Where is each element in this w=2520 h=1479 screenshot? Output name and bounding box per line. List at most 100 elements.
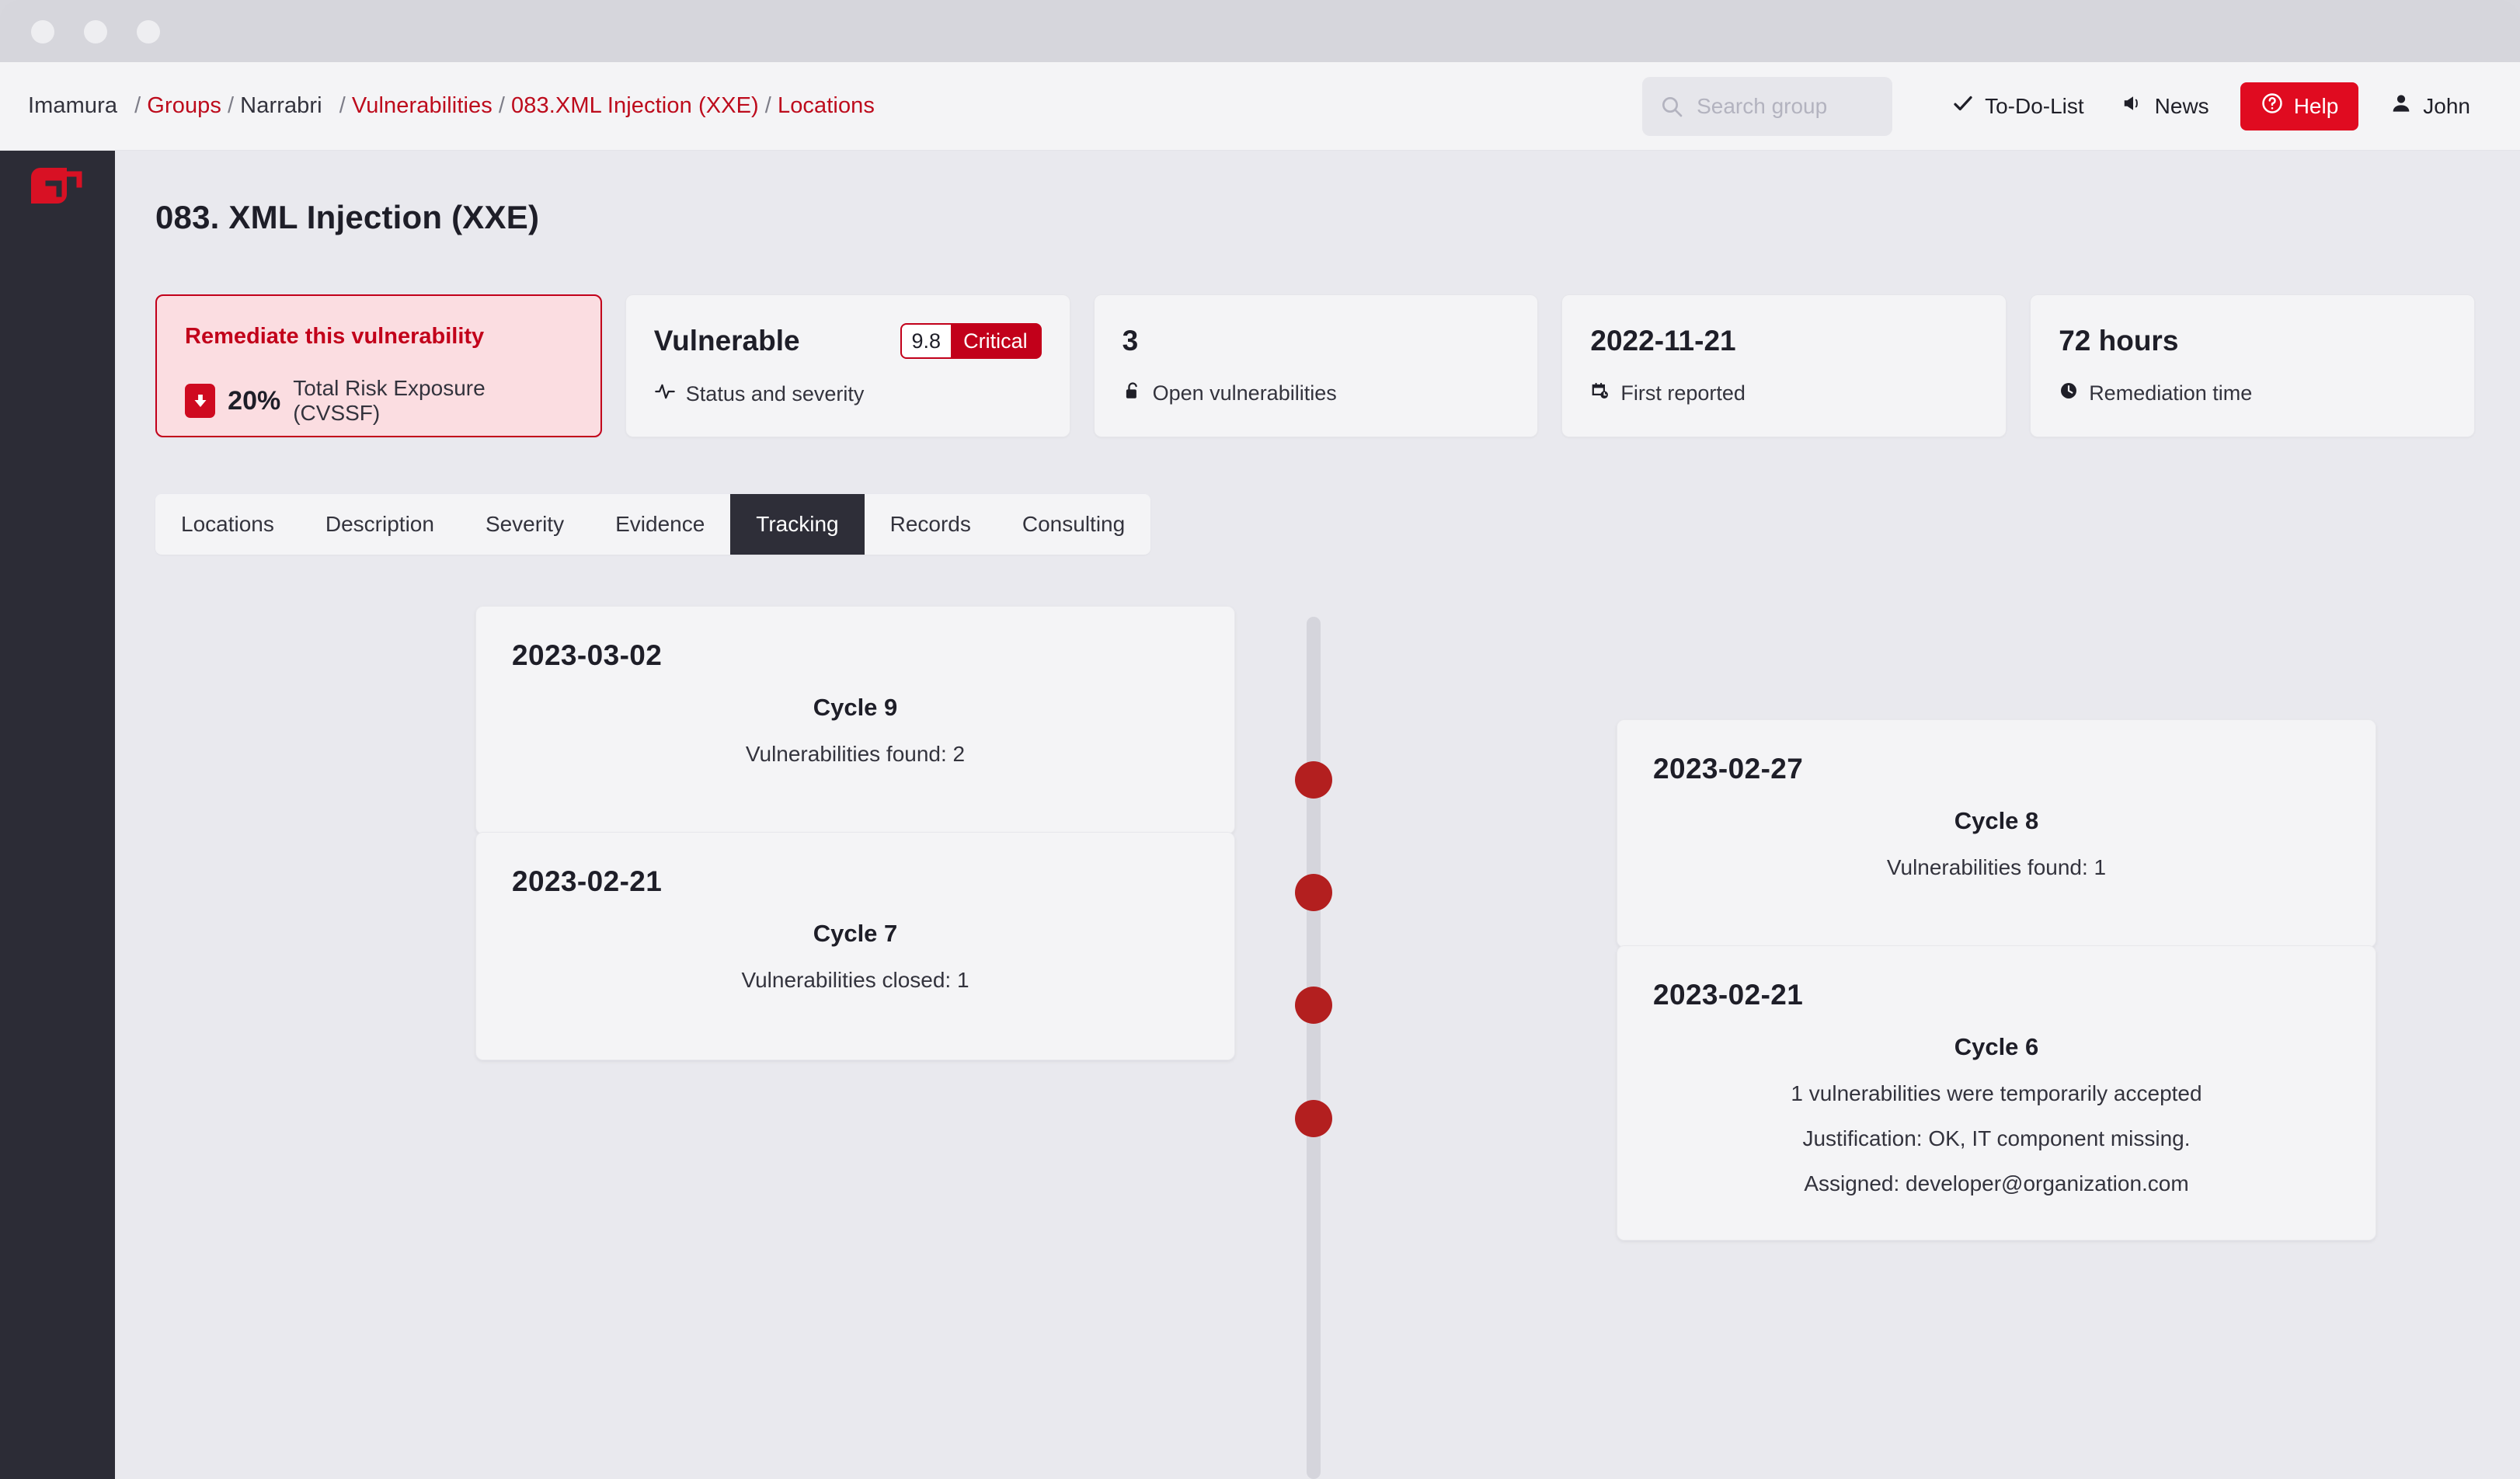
breadcrumb-separator: / bbox=[764, 93, 771, 118]
tab-label: Consulting bbox=[1022, 512, 1126, 536]
status-sublabel-row: Status and severity bbox=[654, 381, 1042, 408]
breadcrumb-separator: / bbox=[134, 93, 141, 118]
timeline-card-date: 2023-03-02 bbox=[512, 639, 663, 671]
remediation-time-sublabel-row: Remediation time bbox=[2059, 381, 2446, 406]
unlock-icon bbox=[1123, 381, 1143, 406]
timeline-card[interactable]: 2023-02-21 Cycle 6 1 vulnerabilities were … bbox=[1617, 945, 2376, 1241]
search-placeholder: Search group bbox=[1697, 93, 1828, 118]
open-vulnerabilities-value: 3 bbox=[1122, 325, 1139, 357]
pulse-icon bbox=[654, 381, 676, 408]
nav-todo-list[interactable]: To-Do-List bbox=[1933, 83, 2103, 130]
window-minimize-button[interactable] bbox=[84, 20, 107, 44]
timeline-card-detail: Vulnerabilities closed: 1 bbox=[741, 968, 969, 992]
top-navigation-bar: Imamura / Groups / Narrabri / Vulnerabilities /… bbox=[0, 62, 2520, 151]
status-sublabel: Status and severity bbox=[685, 382, 865, 405]
breadcrumb-vulnerabilities[interactable]: Vulnerabilities bbox=[352, 93, 493, 118]
tab-label: Locations bbox=[181, 512, 274, 536]
user-icon bbox=[2389, 92, 2413, 120]
tab-label: Records bbox=[889, 512, 971, 536]
breadcrumb-group-name[interactable]: Narrabri bbox=[240, 93, 322, 118]
timeline-dot bbox=[1295, 1100, 1332, 1137]
tab-records[interactable]: Records bbox=[865, 494, 997, 555]
window-maximize-button[interactable] bbox=[137, 20, 160, 44]
nav-news[interactable]: News bbox=[2103, 83, 2228, 130]
breadcrumb-locations[interactable]: Locations bbox=[778, 93, 875, 118]
open-vulnerabilities-sublabel: Open vulnerabilities bbox=[1152, 381, 1337, 405]
remediate-title: Remediate this vulnerability bbox=[185, 324, 485, 349]
timeline-card-detail: Justification: OK, IT component missing. bbox=[1802, 1126, 2191, 1150]
open-vulnerabilities-sublabel-row: Open vulnerabilities bbox=[1123, 381, 1510, 406]
stat-card-row: Remediate this vulnerability 20% Total R… bbox=[155, 294, 2475, 437]
tracking-timeline: 2023-03-02 Cycle 9 Vulnerabilities found: … bbox=[115, 606, 2520, 1479]
first-reported-value: 2022-11-21 bbox=[1590, 325, 1736, 357]
question-circle-icon bbox=[2261, 92, 2284, 120]
stat-card-remediate[interactable]: Remediate this vulnerability 20% Total R… bbox=[155, 294, 602, 437]
timeline-dot bbox=[1295, 761, 1332, 799]
tab-consulting[interactable]: Consulting bbox=[997, 494, 1150, 555]
tab-description[interactable]: Description bbox=[300, 494, 460, 555]
window-close-button[interactable] bbox=[31, 20, 54, 44]
breadcrumb-groups[interactable]: Groups bbox=[147, 93, 221, 118]
timeline-card-detail: Vulnerabilities found: 2 bbox=[745, 742, 966, 766]
timeline-card-detail: Vulnerabilities found: 1 bbox=[1886, 855, 2107, 879]
first-reported-sublabel-row: First reported bbox=[1590, 381, 1978, 406]
breadcrumb-finding[interactable]: 083.XML Injection (XXE) bbox=[511, 93, 759, 118]
timeline-card[interactable]: 2023-02-27 Cycle 8 Vulnerabilities found: … bbox=[1617, 719, 2376, 948]
nav-todo-list-label: To-Do-List bbox=[1985, 93, 2084, 118]
tab-label: Description bbox=[325, 512, 434, 536]
search-icon bbox=[1659, 94, 1684, 119]
severity-label: Critical bbox=[951, 325, 1040, 357]
breadcrumb: Imamura / Groups / Narrabri / Vulnerabilities /… bbox=[28, 93, 875, 119]
timeline-card[interactable]: 2023-02-21 Cycle 7 Vulnerabilities closed:… bbox=[475, 832, 1235, 1060]
tab-label: Severity bbox=[485, 512, 565, 536]
remediate-metric-row: 20% Total Risk Exposure (CVSSF) bbox=[185, 376, 573, 426]
remediate-label: Total Risk Exposure (CVSSF) bbox=[293, 376, 486, 425]
window-titlebar bbox=[0, 0, 2520, 62]
tab-bar: Locations Description Severity Evidence Trac… bbox=[155, 494, 1151, 555]
stat-card-remediation-time[interactable]: 72 hours Remediation time bbox=[2030, 294, 2475, 437]
timeline-dot bbox=[1295, 987, 1332, 1024]
main-content: 083. XML Injection (XXE) Remediate this … bbox=[115, 151, 2520, 1479]
tab-severity[interactable]: Severity bbox=[460, 494, 590, 555]
nav-help-label: Help bbox=[2293, 93, 2339, 118]
tab-locations[interactable]: Locations bbox=[155, 494, 300, 555]
calendar-clock-icon bbox=[1590, 381, 1610, 406]
nav-user-menu[interactable]: John bbox=[2371, 83, 2489, 130]
timeline-spine bbox=[1307, 617, 1321, 1479]
clock-icon bbox=[2059, 381, 2079, 406]
tab-tracking[interactable]: Tracking bbox=[730, 494, 865, 555]
breadcrumb-separator: / bbox=[498, 93, 506, 118]
timeline-card-cycle: Cycle 6 bbox=[1954, 1033, 2039, 1060]
timeline-card-cycle: Cycle 9 bbox=[813, 694, 898, 721]
nav-user-label: John bbox=[2423, 93, 2470, 118]
remediation-time-value: 72 hours bbox=[2059, 325, 2179, 357]
timeline-card-detail: 1 vulnerabilities were temporarily accep… bbox=[1791, 1081, 2202, 1105]
window-controls bbox=[31, 20, 160, 44]
app-logo-icon[interactable] bbox=[26, 160, 85, 219]
breadcrumb-separator: / bbox=[339, 93, 346, 118]
megaphone-icon bbox=[2121, 92, 2145, 120]
tab-evidence[interactable]: Evidence bbox=[590, 494, 730, 555]
remediation-time-sublabel: Remediation time bbox=[2089, 381, 2253, 405]
search-input[interactable]: Search group bbox=[1642, 76, 1893, 136]
nav-help-button[interactable]: Help bbox=[2240, 82, 2359, 130]
breadcrumb-org[interactable]: Imamura bbox=[28, 93, 117, 118]
check-icon bbox=[1951, 92, 1975, 120]
timeline-card-detail: Assigned: developer@organization.com bbox=[1804, 1171, 2189, 1195]
sidebar bbox=[0, 151, 115, 1479]
timeline-card-date: 2023-02-27 bbox=[1653, 753, 1804, 785]
page-title: 083. XML Injection (XXE) bbox=[155, 199, 540, 235]
timeline-card-date: 2023-02-21 bbox=[512, 865, 663, 897]
stat-card-status[interactable]: Vulnerable 9.8 Critical Status and sever… bbox=[625, 294, 1070, 437]
app-root: Imamura / Groups / Narrabri / Vulnerabilities /… bbox=[0, 62, 2520, 1479]
top-nav-actions: Search group To-Do-List News Help John bbox=[1642, 76, 2489, 136]
stat-card-first-reported[interactable]: 2022-11-21 First reported bbox=[1561, 294, 2007, 437]
nav-news-label: News bbox=[2154, 93, 2209, 118]
timeline-card[interactable]: 2023-03-02 Cycle 9 Vulnerabilities found: … bbox=[475, 606, 1235, 834]
timeline-card-cycle: Cycle 7 bbox=[813, 920, 898, 947]
severity-score: 9.8 bbox=[901, 325, 952, 357]
tab-label: Evidence bbox=[615, 512, 705, 536]
timeline-card-cycle: Cycle 8 bbox=[1954, 807, 2039, 834]
stat-card-open-vulnerabilities[interactable]: 3 Open vulnerabilities bbox=[1093, 294, 1539, 437]
status-badge: 9.8 Critical bbox=[900, 323, 1042, 359]
